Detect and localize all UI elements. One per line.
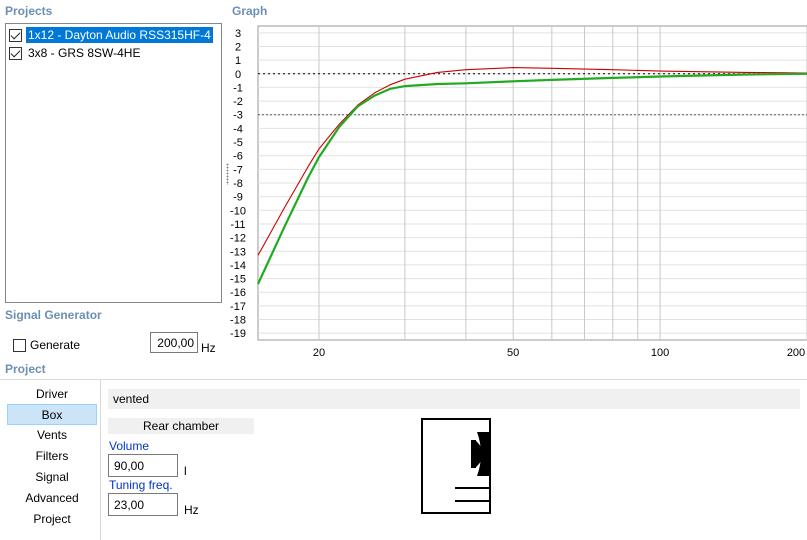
project-nav: Driver Box Vents Filters Signal Advanced…: [0, 380, 101, 540]
y-tick-label: -3: [233, 110, 243, 122]
y-tick-label: 1: [235, 55, 241, 67]
y-tick-label: -8: [233, 178, 243, 190]
nav-item-signal[interactable]: Signal: [7, 467, 97, 488]
volume-unit: l: [184, 464, 187, 478]
y-tick-label: -7: [233, 164, 243, 176]
y-tick-label: -17: [230, 301, 246, 313]
y-tick-label: -19: [230, 328, 246, 340]
y-tick-label: 2: [235, 41, 241, 53]
project-item[interactable]: 3x8 - GRS 8SW-4HE: [9, 45, 142, 61]
frequency-unit: Hz: [201, 341, 216, 355]
generate-checkbox[interactable]: [13, 338, 26, 352]
y-tick-label: -2: [233, 96, 243, 108]
generate-option[interactable]: Generate: [13, 338, 80, 352]
project-checkbox[interactable]: [9, 28, 22, 42]
project-checkbox[interactable]: [9, 46, 22, 60]
x-tick-label: 50: [507, 347, 519, 359]
y-tick-label: -18: [230, 315, 246, 327]
nav-item-project[interactable]: Project: [7, 509, 97, 530]
volume-input[interactable]: [108, 454, 178, 477]
x-tick-label: 200: [787, 347, 805, 359]
projects-section-title: Projects: [5, 4, 53, 18]
nav-item-advanced[interactable]: Advanced: [7, 488, 97, 509]
y-tick-label: -11: [230, 219, 245, 231]
rear-chamber-header: Rear chamber: [108, 418, 254, 434]
y-tick-label: 3: [235, 28, 241, 40]
project-list[interactable]: 1x12 - Dayton Audio RSS315HF-4 3x8 - GRS…: [5, 23, 222, 303]
graph-section-title: Graph: [232, 4, 268, 18]
project-section-title: Project: [5, 362, 46, 376]
nav-item-driver[interactable]: Driver: [7, 384, 97, 405]
tuning-freq-input[interactable]: [108, 493, 178, 516]
frequency-input[interactable]: [150, 332, 198, 353]
y-tick-label: -15: [230, 274, 246, 286]
y-tick-label: 0: [235, 69, 241, 81]
nav-item-filters[interactable]: Filters: [7, 446, 97, 467]
box-diagram: [421, 418, 491, 514]
project-label[interactable]: 3x8 - GRS 8SW-4HE: [26, 45, 142, 61]
tuning-freq-unit: Hz: [184, 503, 199, 517]
y-tick-label: -9: [233, 192, 243, 204]
y-tick-label: -4: [233, 123, 243, 135]
y-tick-label: -14: [230, 260, 246, 272]
y-tick-label: -10: [230, 205, 246, 217]
y-tick-label: -12: [230, 233, 246, 245]
nav-item-box[interactable]: Box: [7, 404, 97, 425]
y-tick-label: -16: [230, 287, 246, 299]
frequency-response-graph: 32 1 0-1 -2 -3-4 -5 -6-7 -8 -9-10 -11 -12-13 -14 -15…: [230, 25, 807, 359]
project-item[interactable]: 1x12 - Dayton Audio RSS315HF-4: [9, 27, 213, 43]
tuning-freq-label: Tuning freq.: [109, 478, 173, 492]
x-tick-label: 20: [313, 347, 325, 359]
box-type-header: vented: [108, 389, 800, 409]
y-tick-label: -1: [233, 82, 243, 94]
project-label[interactable]: 1x12 - Dayton Audio RSS315HF-4: [26, 27, 213, 43]
nav-item-vents[interactable]: Vents: [7, 425, 97, 446]
y-tick-label: -5: [233, 137, 243, 149]
x-tick-label: 100: [651, 347, 669, 359]
generate-label: Generate: [30, 338, 81, 352]
y-tick-label: -13: [230, 246, 246, 258]
volume-label: Volume: [109, 439, 150, 453]
y-tick-label: -6: [233, 151, 243, 163]
signal-generator-title: Signal Generator: [5, 308, 102, 322]
